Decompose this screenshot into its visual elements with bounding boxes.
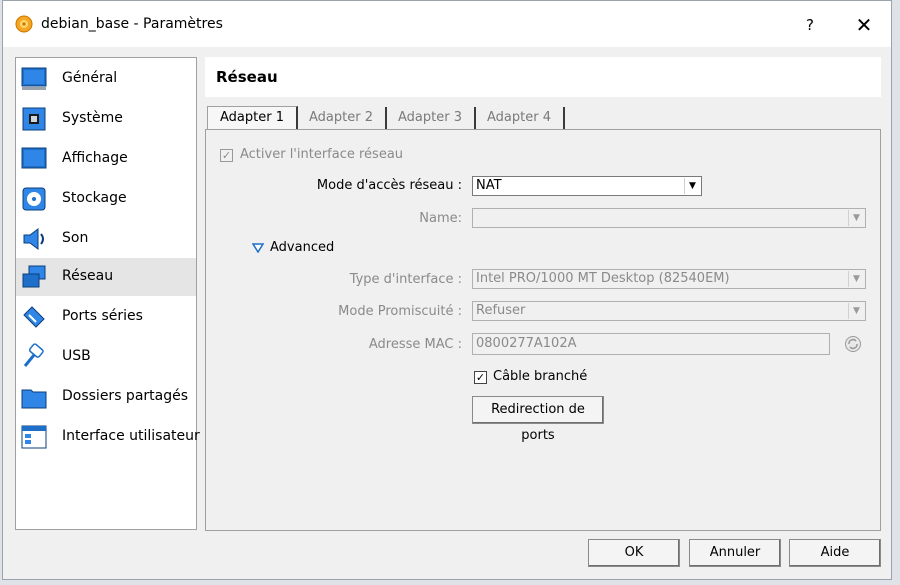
triangle-down-icon[interactable]: [252, 243, 264, 253]
attached-to-value: NAT: [476, 178, 502, 193]
sidebar-item-label: Réseau: [62, 268, 114, 284]
mac-label: Adresse MAC :: [368, 337, 462, 352]
sidebar-item-shared-folders[interactable]: Dossiers partagés: [16, 378, 196, 416]
refresh-mac-icon[interactable]: [844, 335, 862, 353]
sidebar-item-usb[interactable]: USB: [16, 338, 196, 376]
sidebar-item-display[interactable]: Affichage: [16, 140, 196, 178]
ok-button[interactable]: OK: [588, 539, 680, 567]
sidebar-item-label: Stockage: [62, 190, 127, 206]
cable-connected-checkbox[interactable]: ✓: [474, 371, 487, 384]
help-button[interactable]: Aide: [789, 539, 881, 567]
usb-icon: [23, 343, 44, 367]
cancel-button[interactable]: Annuler: [689, 539, 781, 567]
chevron-down-icon: ▼: [848, 210, 864, 226]
page-title: Réseau: [216, 68, 278, 86]
sidebar-item-label: Système: [62, 110, 123, 126]
sidebar-item-label: Son: [62, 230, 89, 246]
tab-adapter-2[interactable]: Adapter 2: [297, 107, 387, 129]
promiscuous-select[interactable]: Refuser ▼: [472, 301, 866, 321]
settings-sidebar: Général Système Affichage Stockage Son R…: [15, 57, 200, 530]
adapter-type-select[interactable]: Intel PRO/1000 MT Desktop (82540EM) ▼: [472, 269, 866, 289]
enable-adapter-checkbox[interactable]: ✓: [220, 149, 233, 162]
storage-icon: [22, 187, 46, 211]
enable-adapter-label: Activer l'interface réseau: [240, 147, 404, 162]
title-bar: debian_base - Paramètres ? ✕: [3, 1, 891, 47]
system-icon: [22, 107, 46, 131]
sidebar-item-label: Dossiers partagés: [62, 388, 189, 404]
sidebar-item-label: Général: [62, 70, 118, 86]
general-icon: [21, 67, 47, 90]
sidebar-item-label: USB: [62, 348, 91, 364]
sidebar-item-label: Interface utilisateur: [62, 428, 200, 444]
help-title-button[interactable]: ?: [795, 10, 825, 40]
chevron-down-icon: ▼: [848, 303, 864, 319]
virtualbox-icon: [15, 15, 33, 33]
sound-icon: [23, 228, 44, 250]
adapter-type-value: Intel PRO/1000 MT Desktop (82540EM): [476, 271, 730, 286]
attached-to-select[interactable]: NAT ▼: [472, 176, 702, 196]
sidebar-item-storage[interactable]: Stockage: [16, 180, 196, 218]
adapter-type-label: Type d'interface :: [349, 272, 462, 287]
attached-to-label: Mode d'accès réseau :: [316, 178, 462, 193]
serial-ports-icon: [23, 306, 45, 328]
close-button[interactable]: ✕: [849, 10, 879, 40]
tab-adapter-3[interactable]: Adapter 3: [386, 107, 476, 129]
sidebar-item-system[interactable]: Système: [16, 100, 196, 138]
user-interface-icon: [21, 425, 47, 449]
cable-connected-label: Câble branché: [493, 369, 588, 384]
sidebar-item-serial-ports[interactable]: Ports séries: [16, 298, 196, 336]
sidebar-item-network[interactable]: Réseau: [16, 258, 196, 296]
chevron-down-icon: ▼: [848, 271, 864, 287]
window-title: debian_base - Paramètres: [41, 16, 223, 32]
settings-window: debian_base - Paramètres ? ✕ Général Sys…: [2, 0, 892, 580]
sidebar-item-user-interface[interactable]: Interface utilisateur: [16, 418, 200, 456]
advanced-toggle[interactable]: Advanced: [270, 240, 334, 255]
sidebar-item-label: Affichage: [62, 150, 128, 166]
sidebar-item-sound[interactable]: Son: [16, 220, 196, 258]
sidebar-item-label: Ports séries: [62, 308, 143, 324]
name-select[interactable]: ▼: [472, 208, 866, 228]
promiscuous-label: Mode Promiscuité :: [338, 304, 462, 319]
port-forwarding-button[interactable]: Redirection de ports: [472, 396, 604, 443]
network-icon: [22, 265, 46, 288]
tab-adapter-1[interactable]: Adapter 1: [207, 106, 298, 131]
sidebar-item-general[interactable]: Général: [16, 60, 196, 98]
name-label: Name:: [419, 211, 462, 226]
adapter-panel: ✓ Activer l'interface réseau Mode d'accè…: [205, 129, 881, 531]
tab-adapter-4[interactable]: Adapter 4: [475, 107, 565, 129]
mac-address-field[interactable]: 0800277A102A: [472, 333, 830, 355]
promiscuous-value: Refuser: [476, 303, 526, 318]
shared-folders-icon: [21, 389, 47, 409]
chevron-down-icon: ▼: [684, 178, 700, 194]
content-header: Réseau: [205, 57, 881, 97]
display-icon: [21, 147, 47, 169]
